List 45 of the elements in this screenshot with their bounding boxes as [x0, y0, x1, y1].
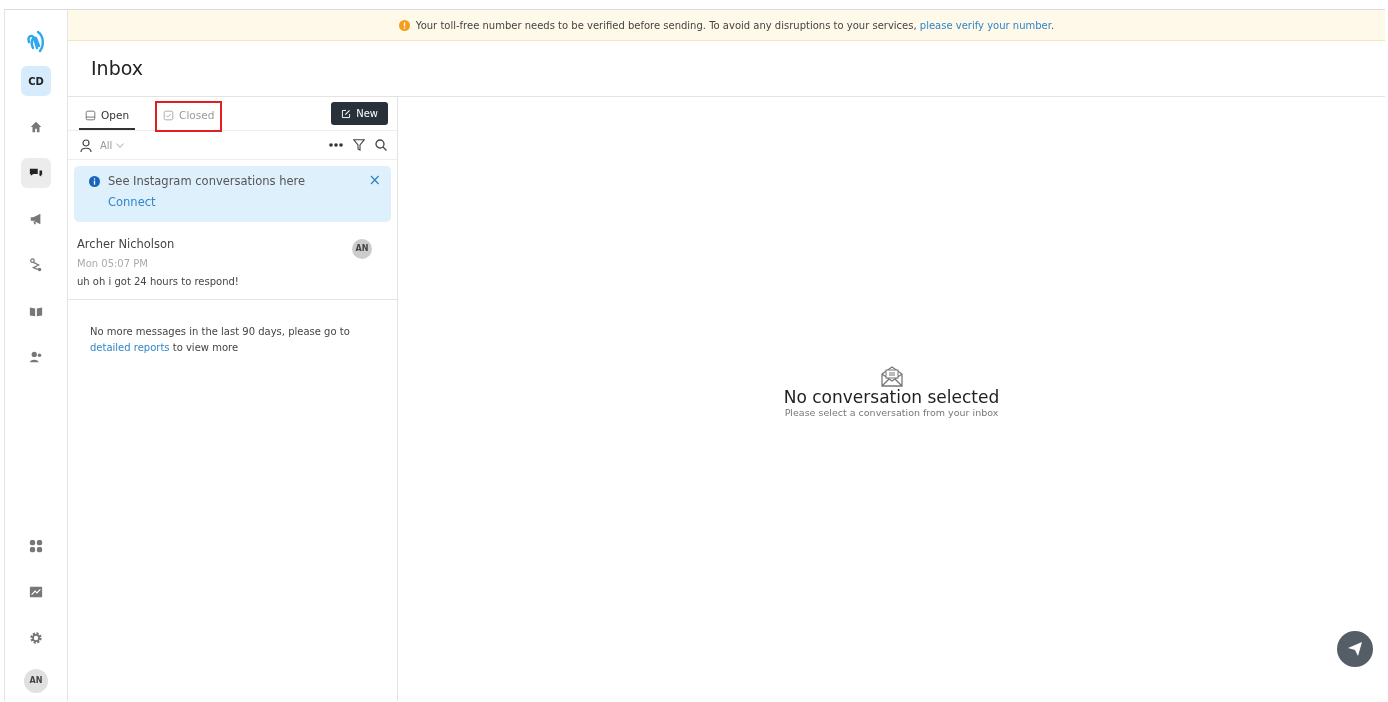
page-title: Inbox	[68, 41, 1385, 97]
megaphone-icon	[29, 212, 43, 226]
more-button[interactable]	[329, 143, 343, 147]
assignee-filter[interactable]: All	[80, 137, 125, 153]
warning-icon	[398, 19, 410, 31]
paper-plane-icon	[1347, 641, 1363, 657]
chart-icon	[29, 585, 43, 599]
notice-text: See Instagram conversations here	[108, 173, 307, 190]
close-button[interactable]: ×	[368, 173, 381, 188]
info-icon	[89, 176, 100, 187]
new-button[interactable]: New	[331, 102, 388, 125]
message-time: Mon 05:07 PM	[77, 257, 149, 271]
home-icon	[29, 120, 43, 134]
workspace-avatar[interactable]: CD	[21, 66, 51, 96]
banner-message: Your toll-free number needs to be verified before sending. To avoid any disruptions to your services, please verify your number.	[415, 18, 1055, 33]
tab[interactable]: Closed	[157, 103, 221, 130]
tab[interactable]: Open	[79, 103, 136, 130]
contact-avatar: AN	[352, 238, 372, 259]
search-icon	[375, 139, 387, 151]
empty-subtitle: Please select a conversation from your inbox	[783, 406, 1000, 421]
empty-title: No conversation selected	[783, 387, 1000, 407]
person-icon	[80, 138, 92, 152]
users-icon	[29, 350, 43, 364]
connect-link[interactable]: Connect	[108, 194, 156, 212]
conversation-item[interactable]: Archer Nicholson Mon 05:07 PM uh oh i got 24 hours to respond! AN	[68, 227, 397, 300]
edit-icon	[341, 108, 352, 119]
filter-icon	[353, 139, 365, 151]
sidebar-item[interactable]	[21, 158, 51, 188]
settings-icon	[29, 631, 43, 645]
more-icon	[329, 143, 343, 147]
inbox-icon	[85, 110, 96, 121]
contact-name: Archer Nicholson	[77, 235, 176, 253]
message-preview: uh oh i got 24 hours to respond!	[77, 275, 240, 289]
route-icon	[29, 258, 43, 272]
search-button[interactable]	[375, 139, 387, 151]
grid-icon	[29, 539, 43, 553]
end-of-list-note: No more messages in the last 90 days, please go to detailed reports to view more	[89, 325, 351, 355]
logo-icon	[26, 28, 46, 54]
verify-link[interactable]: please verify your number	[919, 19, 1051, 31]
filter-button[interactable]	[353, 139, 365, 151]
user-avatar[interactable]: AN	[24, 669, 48, 693]
send-button[interactable]	[1337, 631, 1373, 667]
checkbox-icon	[163, 110, 175, 121]
chevron-icon	[116, 142, 125, 148]
reports-link[interactable]: detailed reports	[90, 342, 170, 353]
